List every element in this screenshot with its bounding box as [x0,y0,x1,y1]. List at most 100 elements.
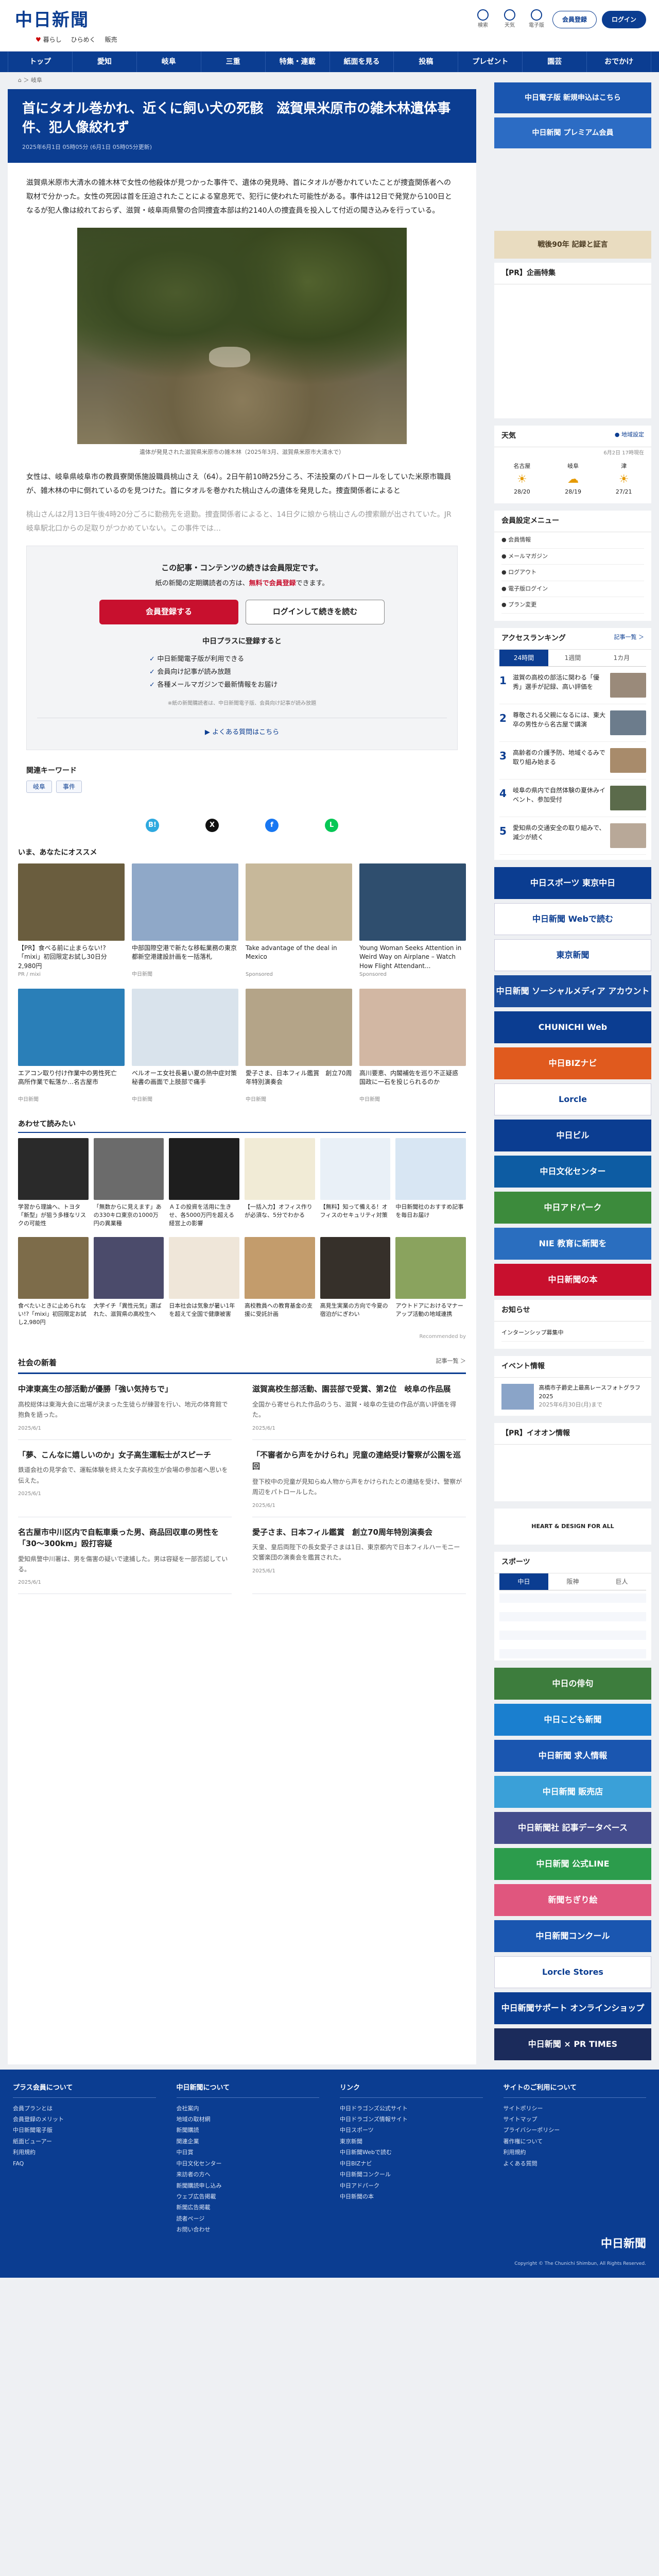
also-read-headline[interactable]: 中日新聞社のおすすめ記事を毎日お届け [395,1203,466,1229]
recommend-card[interactable]: Take advantage of the deal in Mexico Spon… [246,863,352,978]
recommend-card[interactable]: 愛子さま、日本フィル鑑賞 創立70周年特別演奏会 中日新聞 [246,988,352,1104]
recommend-headline[interactable]: ベルオーエ女社長暑い夏の熱中症対策 秘書の画面で上肢部で痛手 [132,1069,238,1096]
region-setting-link[interactable]: ● 地域設定 [615,431,644,442]
news-list-item[interactable]: 中津東高生の部活動が優勝「強い気持ちで」 高校総体は東海大会に出場が決まった生徒ら… [18,1374,232,1440]
ad-banner[interactable]: 新聞ちぎり絵 [494,1884,651,1916]
ranking-more-link[interactable]: 記事一覧 ＞ [614,633,645,644]
share-icon[interactable]: B! [146,818,159,832]
free-register-link[interactable]: 無料で会員登録 [249,580,296,587]
also-read-thumbnail[interactable] [18,1138,89,1200]
also-read-thumbnail[interactable] [93,1236,164,1299]
ranking-item[interactable]: 1 滋賀の高校の部活に関わる「優秀」選手が記録、高い評価を [499,667,646,704]
nav-item[interactable]: 愛知 [73,52,137,72]
also-read-headline[interactable]: ＡＩの投資を活用に生きせ、各5000万円を超える経営上の影響 [169,1203,239,1229]
register-button[interactable]: 会員登録 [552,10,597,28]
keyword-tag[interactable]: 事件 [56,780,82,793]
war-90-banner[interactable]: 戦後90年 記録と証言 [494,231,651,259]
ad-banner[interactable]: 中日スポーツ 東京中日 [494,867,651,899]
weather-city[interactable]: 名古屋 ☀ 28/20 [513,462,530,496]
also-read-card[interactable]: 食べたいときに止められない!?「mixi」初回限定お試し2,980円 [18,1236,89,1328]
news-headline[interactable]: 滋賀高校生部活動、園芸部で受賞、第2位 岐阜の作品展 [252,1383,466,1395]
recommend-thumbnail[interactable] [246,863,352,941]
recommend-card[interactable]: 高川要恵、内閣補佐を巡り不正疑惑 国政に一石を投じられるのか 中日新聞 [359,988,466,1104]
ad-banner[interactable]: 中日新聞 公式LINE [494,1848,651,1880]
ad-banner[interactable]: 中日文化センター [494,1155,651,1188]
news-headline[interactable]: 「夢、こんなに嬉しいのか」女子高生運転士がスピーチ [18,1449,232,1461]
ad-banner[interactable]: 中日アドパーク [494,1191,651,1224]
footer-link[interactable]: 会員プランとは [13,2103,156,2114]
nav-item[interactable]: おでかけ [587,52,652,72]
also-read-thumbnail[interactable] [93,1138,164,1200]
also-read-card[interactable]: 中日新聞社のおすすめ記事を毎日お届け [395,1138,466,1229]
footer-link[interactable]: 会社案内 [177,2103,320,2114]
ranking-item[interactable]: 2 尊敬される父親になるには、東大卒の男性から名古屋で講演 [499,704,646,742]
also-read-card[interactable]: アウトドアにおけるマナーアップ活動の地域連携 [395,1236,466,1328]
rank-headline[interactable]: 滋賀の高校の部活に関わる「優秀」選手が記録、高い評価を [513,673,606,698]
also-read-card[interactable]: 【一括入力】オフィス作りが必須な、5分でわかる [245,1138,315,1229]
news-headline[interactable]: 中津東高生の部活動が優勝「強い気持ちで」 [18,1383,232,1395]
footer-link[interactable]: 中日新聞Webで読む [340,2147,483,2158]
also-read-thumbnail[interactable] [169,1138,239,1200]
footer-link[interactable]: 中日新聞コンクール [340,2169,483,2180]
news-list-item[interactable]: 名古屋市中川区内で自転車乗った男、商品回収車の男性を「30～300km」殴打容疑… [18,1517,232,1595]
footer-link[interactable]: 中日文化センター [177,2158,320,2169]
recommend-headline[interactable]: 高川要恵、内閣補佐を巡り不正疑惑 国政に一石を投じられるのか [359,1069,466,1096]
side-banner[interactable]: 中日電子版 新規申込はこちら [494,82,651,113]
footer-link[interactable]: 来訪者の方へ [177,2169,320,2180]
news-list-item[interactable]: 愛子さま、日本フィル鑑賞 創立70周年特別演奏会 天皇、皇后両陛下の長女愛子さまは… [252,1517,466,1595]
recommend-card[interactable]: Young Woman Seeks Attention in Weird Way… [359,863,466,978]
also-read-card[interactable]: 【無料】知って備える！オフィスのセキュリティ対策 [320,1138,391,1229]
recommend-thumbnail[interactable] [359,988,466,1066]
recommend-headline[interactable]: Take advantage of the deal in Mexico [246,944,352,971]
nav-item[interactable]: プレゼント [458,52,523,72]
site-logo[interactable]: 中日新聞 [15,7,89,33]
ad-banner[interactable]: 中日新聞の本 [494,1263,651,1296]
breadcrumb[interactable]: ⌂ ＞ 岐阜 [8,72,476,89]
ad-banner[interactable]: 中日新聞サポート オンラインショップ [494,1992,651,2024]
recommend-headline[interactable]: 愛子さま、日本フィル鑑賞 創立70周年特別演奏会 [246,1069,352,1096]
footer-link[interactable]: 新聞広告掲載 [177,2202,320,2213]
also-read-thumbnail[interactable] [245,1138,315,1200]
ad-banner[interactable]: 中日新聞コンクール [494,1920,651,1952]
weather-city[interactable]: 岐阜 ☁ 28/19 [565,462,581,496]
ranking-item[interactable]: 5 愛知県の交通安全の取り組みで、減少が続く [499,817,646,855]
news-headline[interactable]: 愛子さま、日本フィル鑑賞 創立70周年特別演奏会 [252,1527,466,1538]
ad-banner[interactable]: 中日新聞 Webで読む [494,903,651,935]
also-read-card[interactable]: ＡＩの投資を活用に生きせ、各5000万円を超える経営上の影響 [169,1138,239,1229]
ranking-tab[interactable]: 24時間 [499,649,548,666]
share-icon[interactable]: X [205,818,219,832]
news-list-item[interactable]: 滋賀高校生部活動、園芸部で受賞、第2位 岐阜の作品展 全国から寄せられた作品のうち… [252,1374,466,1440]
ranking-tab[interactable]: 1週間 [548,650,597,666]
ad-banner[interactable]: 中日の俳句 [494,1668,651,1700]
sports-tab[interactable]: 阪神 [548,1573,597,1590]
rank-thumbnail[interactable] [610,710,646,735]
header-sub-link[interactable]: 販売 [105,35,117,44]
member-menu-item[interactable]: ● 会員情報 [501,532,644,549]
recommend-card[interactable]: ベルオーエ女社長暑い夏の熱中症対策 秘書の画面で上肢部で痛手 中日新聞 [132,988,238,1104]
rank-thumbnail[interactable] [610,785,646,810]
weather-button[interactable]: 天気 [499,9,521,29]
footer-link[interactable]: お問い合わせ [177,2224,320,2235]
also-read-thumbnail[interactable] [18,1236,89,1299]
ad-banner[interactable]: Lorcle [494,1083,651,1115]
ad-banner[interactable]: 東京新聞 [494,939,651,971]
ad-banner[interactable]: CHUNICHI Web [494,1011,651,1043]
ad-banner[interactable]: 中日新聞社 記事データベース [494,1812,651,1844]
footer-link[interactable]: サイトマップ [504,2114,647,2125]
ad-banner[interactable]: NIE 教育に新聞を [494,1227,651,1260]
ranking-tab[interactable]: 1カ月 [597,650,646,666]
footer-link[interactable]: 利用規約 [504,2147,647,2158]
footer-link[interactable]: 関連企業 [177,2136,320,2147]
recommend-thumbnail[interactable] [18,988,125,1066]
also-read-headline[interactable]: 高校教員への教育基金の支援に受託計画 [245,1302,315,1328]
nav-item[interactable]: 園芸 [523,52,587,72]
footer-link[interactable]: 中日ドラゴンズ公式サイト [340,2103,483,2114]
nav-item[interactable]: 紙面を見る [330,52,394,72]
social-more-link[interactable]: 記事一覧 ＞ [436,1357,466,1369]
weather-city[interactable]: 津 ☀ 27/21 [616,462,632,496]
paywall-login-button[interactable]: ログインして続きを読む [246,599,385,624]
news-headline[interactable]: 「不審者から声をかけられ」児童の連絡受け警察が公園を巡回 [252,1449,466,1472]
footer-link[interactable]: 中日アドパーク [340,2180,483,2191]
also-read-card[interactable]: 高見生実業の方向で今夏の宿泊がにぎわい [320,1236,391,1328]
footer-link[interactable]: 中日賞 [177,2147,320,2158]
